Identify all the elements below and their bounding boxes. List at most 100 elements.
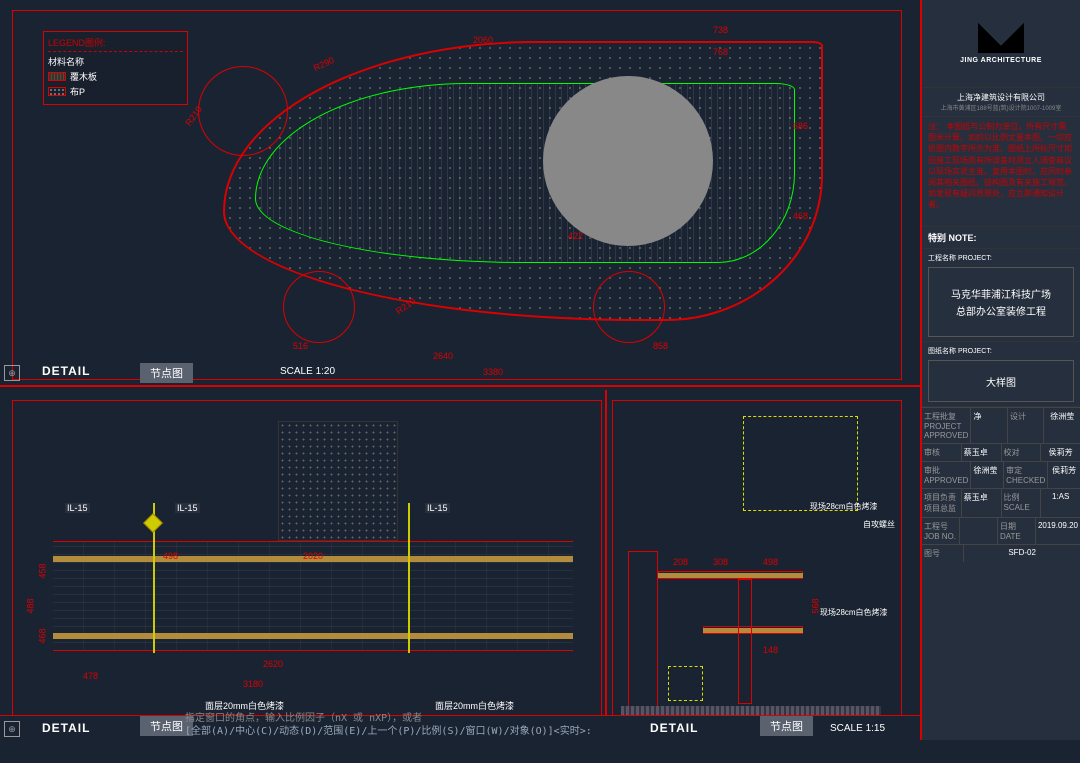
- viewport-bottom-left[interactable]: IL-15 IL-15 IL-15 458 488 468 478 498 26…: [12, 400, 602, 730]
- plan-shape: 2060 768 738 R290 468 686 1269 516 2640 …: [223, 41, 823, 321]
- tb-row-1: 审核蔡玉卓校对侯莉芳: [922, 443, 1080, 461]
- dim-seg2: 498: [163, 551, 178, 561]
- dim-wtot: 3180: [243, 679, 263, 689]
- legend-row-0: 覆木板: [70, 70, 97, 83]
- logo-icon: [978, 23, 1024, 53]
- lbl-t1: IL-15: [65, 503, 90, 513]
- note1: 面层20mm白色烤漆: [203, 699, 286, 712]
- drawing-canvas[interactable]: LEGEND图例: 材料名称 覆木板 布P 2060 768 738 R290 …: [0, 0, 920, 740]
- legend-header: LEGEND图例:: [48, 36, 183, 52]
- company-addr: 上海市黄浦区188号蓝(筑)设计院1007-1009室: [928, 103, 1074, 112]
- project-k: 工程名称 PROJECT:: [928, 253, 1074, 263]
- dim-seg4: 2020: [303, 551, 323, 561]
- ucs-icon-top: ⊕: [4, 365, 20, 381]
- company: 上海净建筑设计有限公司 上海市黄浦区188号蓝(筑)设计院1007-1009室: [922, 88, 1080, 117]
- lbl-t3: IL-15: [425, 503, 450, 513]
- detail-label-bl: DETAIL: [42, 721, 90, 735]
- aux-circle-3: [593, 271, 665, 343]
- br-col-left: [628, 551, 658, 711]
- dim-b: 768: [713, 47, 728, 57]
- section-tag-br: 节点图: [760, 716, 813, 736]
- footer-bar: ⊕ DETAIL 节点图 DETAIL 节点图 SCALE 1:15 指定窗口的…: [0, 715, 920, 740]
- shape-inner: [255, 83, 795, 263]
- dim-seg1: 478: [83, 671, 98, 681]
- bl-marker: [143, 513, 163, 533]
- project: 工程名称 PROJECT: 马克华菲浦江科技广场 总部办公室装修工程: [922, 249, 1080, 342]
- dim-h1: 458: [38, 563, 48, 578]
- drawing-box: 大样图: [928, 360, 1074, 402]
- dim-h3: 468: [38, 628, 48, 643]
- legend-box: LEGEND图例: 材料名称 覆木板 布P: [43, 31, 188, 105]
- br-dim-d: 148: [763, 645, 778, 655]
- lbl-t2: IL-15: [175, 503, 200, 513]
- dim-j: 468: [793, 211, 808, 221]
- viewport-bottom-right[interactable]: 208 308 498 148 568 现场28cm白色烤漆 自攻螺丝 现场28…: [612, 400, 902, 730]
- br-dim-b: 208: [673, 557, 688, 567]
- dim-seg3: 2620: [263, 659, 283, 669]
- dim-g: 2640: [433, 351, 453, 361]
- section-tag-top: 节点图: [140, 363, 193, 383]
- dim-a: 2060: [473, 35, 493, 45]
- project-l2: 总部办公室装修工程: [931, 303, 1071, 318]
- ucs-icon-bl: ⊕: [4, 721, 20, 737]
- br-band-seat: [703, 628, 803, 633]
- drawing: 图纸名称 PROJECT: 大样图: [922, 342, 1080, 407]
- divider-horizontal: [0, 385, 920, 387]
- swatch-dot: [48, 87, 66, 96]
- dim-c: 738: [713, 25, 728, 35]
- project-l1: 马克华菲浦江科技广场: [931, 286, 1071, 301]
- tb-logo: JING ARCHITECTURE: [922, 0, 1080, 88]
- br-dash-callout: [743, 416, 858, 511]
- cmd-hint: 指定窗口的角点，输入比例因子（nX 或 nXP），或者: [185, 712, 592, 725]
- tb-table: 工程批复 PROJECT APPROVED净设计徐洲莹 审核蔡玉卓校对侯莉芳 审…: [922, 407, 1080, 562]
- detail-label-top: DETAIL: [42, 364, 90, 378]
- tb-row-5: 图号SFD-02: [922, 544, 1080, 562]
- attn-v: NOTE:: [949, 233, 977, 243]
- bl-post-2: [408, 503, 410, 653]
- br-band-top: [658, 573, 803, 578]
- notes-body: 本图纸与公制为单位，所有尺寸需图米计算。如约以比例丈量本图。一切应依图内数字所示…: [928, 122, 1072, 209]
- br-note3: 现场28cm白色烤漆: [818, 607, 890, 618]
- viewport-top[interactable]: LEGEND图例: 材料名称 覆木板 布P 2060 768 738 R290 …: [12, 10, 902, 380]
- big-circle: [543, 76, 713, 246]
- command-line[interactable]: 指定窗口的角点，输入比例因子（nX 或 nXP），或者 [全部(A)/中心(C)…: [185, 712, 592, 738]
- br-dim-a: 308: [713, 557, 728, 567]
- br-dash-detail: [668, 666, 703, 701]
- tb-row-4: 工程号 JOB NO.日期 DATE2019.09.20: [922, 517, 1080, 544]
- bl-hatch: [278, 421, 398, 541]
- legend-col-label: 材料名称: [48, 55, 84, 68]
- br-note2: 自攻螺丝: [861, 519, 897, 530]
- tb-row-3: 项目负责 项目总监蔡玉卓比例 SCALE1:AS: [922, 488, 1080, 517]
- notes: 注： 本图纸与公制为单位，所有尺寸需图米计算。如约以比例丈量本图。一切应依图内数…: [922, 117, 1080, 227]
- notes-hdr: 注：: [928, 122, 944, 131]
- dim-k: 422: [568, 231, 583, 241]
- tb-row-0: 工程批复 PROJECT APPROVED净设计徐洲莹: [922, 407, 1080, 443]
- attention: 特别 NOTE:: [922, 227, 1080, 249]
- dim-f: 516: [293, 341, 308, 351]
- aux-circle-1: [198, 66, 288, 156]
- br-note1: 现场28cm白色烤漆: [808, 501, 880, 512]
- tb-row-2: 审批 APPROVED徐洲莹审定 CHECKED侯莉芳: [922, 461, 1080, 488]
- cmd-opts: [全部(A)/中心(C)/动态(D)/范围(E)/上一个(P)/比例(S)/窗口…: [185, 725, 592, 738]
- drawing-name: 大样图: [931, 374, 1071, 389]
- scale-br: SCALE 1:15: [830, 723, 885, 734]
- dim-h2: 488: [26, 598, 36, 613]
- attn-k: 特别: [928, 233, 946, 243]
- note2: 面层20mm白色烤漆: [433, 699, 516, 712]
- scale-top: SCALE 1:20: [280, 366, 335, 377]
- divider-vertical: [605, 390, 607, 740]
- dim-n: 686: [793, 121, 808, 131]
- aux-circle-2: [283, 271, 355, 343]
- swatch-wood: [48, 72, 66, 81]
- bl-band-2: [53, 633, 573, 639]
- title-block: JING ARCHITECTURE 上海净建筑设计有限公司 上海市黄浦区188号…: [920, 0, 1080, 740]
- dim-i: 858: [653, 341, 668, 351]
- detail-label-br: DETAIL: [650, 721, 698, 735]
- drawing-k: 图纸名称 PROJECT:: [928, 346, 1074, 356]
- dim-d: R290: [312, 55, 336, 73]
- dim-h: 3380: [483, 367, 503, 377]
- logo-text: JING ARCHITECTURE: [960, 57, 1042, 64]
- project-box: 马克华菲浦江科技广场 总部办公室装修工程: [928, 267, 1074, 337]
- br-leg: [738, 579, 752, 704]
- br-dim-c: 498: [763, 557, 778, 567]
